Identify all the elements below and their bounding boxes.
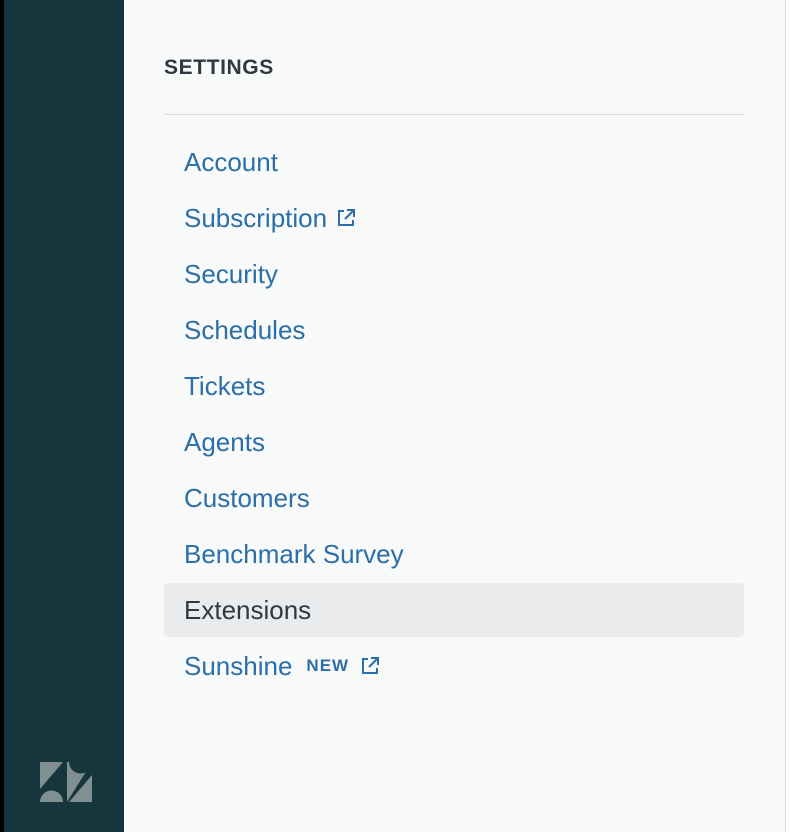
settings-heading: SETTINGS [164,56,274,79]
external-link-icon [362,657,380,674]
nav-item-schedules[interactable]: Schedules [164,302,744,358]
settings-nav: Account Subscription Security Schedules … [164,134,744,694]
nav-item-security[interactable]: Security [164,246,744,302]
nav-item-customers[interactable]: Customers [164,470,744,526]
product-rail [4,0,124,832]
external-link-icon [338,209,356,226]
nav-item-label: Sunshine [184,651,293,681]
nav-item-label: Extensions [184,595,312,625]
nav-item-label: Tickets [184,371,266,401]
nav-item-subscription[interactable]: Subscription [164,190,744,246]
nav-item-label: Benchmark Survey [184,539,404,569]
new-badge: NEW [306,656,350,675]
app-window: SETTINGS Account Subscription Security S… [0,0,790,832]
nav-item-label: Security [184,259,278,289]
divider [164,114,744,115]
nav-item-label: Subscription [184,203,328,233]
nav-item-benchmark-survey[interactable]: Benchmark Survey [164,526,744,582]
nav-item-sunshine[interactable]: Sunshine NEW [164,638,744,694]
nav-item-label: Customers [184,483,310,513]
nav-item-label: Schedules [184,315,306,345]
nav-item-label: Account [184,147,278,177]
nav-item-agents[interactable]: Agents [164,414,744,470]
nav-item-account[interactable]: Account [164,134,744,190]
nav-item-tickets[interactable]: Tickets [164,358,744,414]
window-edge [785,0,790,832]
settings-panel: SETTINGS Account Subscription Security S… [124,0,785,832]
zendesk-logo-icon[interactable] [38,758,94,804]
nav-item-label: Agents [184,427,265,457]
nav-item-extensions[interactable]: Extensions [164,583,744,637]
